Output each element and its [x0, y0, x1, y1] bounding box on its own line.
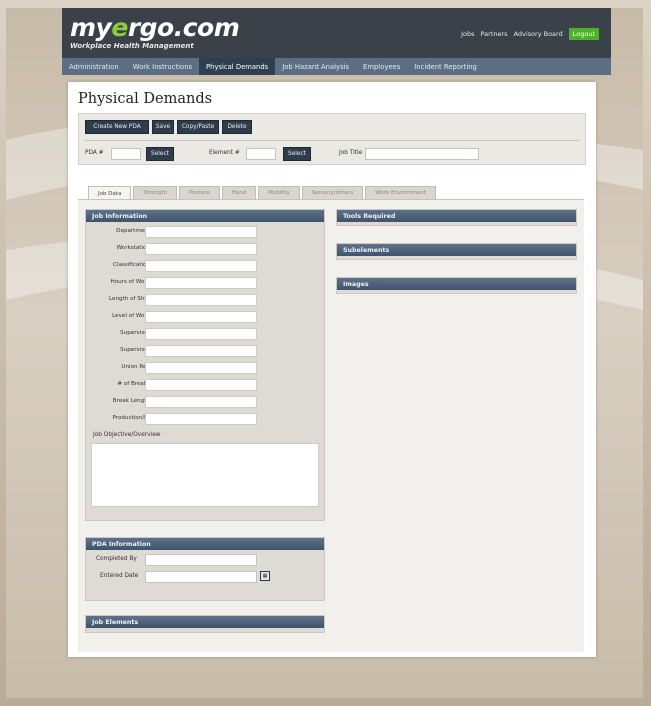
site-logo[interactable]: myergo.com: [70, 15, 240, 41]
calendar-icon[interactable]: ▦: [260, 571, 270, 581]
job-elements-section: Job Elements: [85, 615, 325, 633]
entered-date-label: Entered Date: [100, 573, 139, 579]
pda-select-button[interactable]: Select: [146, 147, 174, 161]
job-title-label: Job Title: [339, 150, 363, 156]
tools-required-header[interactable]: Tools Required: [337, 210, 576, 222]
link-advisory-board[interactable]: Advisory Board: [514, 30, 563, 38]
supervisor-2-field[interactable]: [145, 345, 257, 357]
top-links: Jobs Partners Advisory Board Logout: [461, 28, 599, 40]
nav-tab-employees[interactable]: Employees: [356, 58, 407, 75]
tab-posture[interactable]: Posture: [179, 186, 220, 199]
entered-date-field[interactable]: [145, 571, 257, 583]
pda-number-input[interactable]: [111, 148, 141, 160]
length-of-shift-field[interactable]: [145, 294, 257, 306]
job-elements-header[interactable]: Job Elements: [86, 616, 324, 628]
nav-tab-job-hazard-analysis[interactable]: Job Hazard Analysis: [275, 58, 356, 75]
element-number-input[interactable]: [246, 148, 276, 160]
supervisor-field[interactable]: [145, 328, 257, 340]
link-partners[interactable]: Partners: [481, 30, 508, 38]
level-of-work-field[interactable]: [145, 311, 257, 323]
copy-paste-button[interactable]: Copy/Paste: [177, 120, 219, 134]
nav-tab-incident-reporting[interactable]: Incident Reporting: [407, 58, 484, 75]
page-title: Physical Demands: [78, 91, 213, 107]
job-title-input[interactable]: [365, 148, 479, 160]
number-of-breaks-field[interactable]: [145, 379, 257, 391]
department-field[interactable]: [145, 226, 257, 238]
pda-information-section: PDA Information Completed By Entered Dat…: [85, 537, 325, 601]
pda-information-header: PDA Information: [86, 538, 324, 550]
element-select-button[interactable]: Select: [283, 147, 311, 161]
link-jobs[interactable]: Jobs: [461, 30, 474, 38]
tools-required-section: Tools Required: [336, 209, 577, 226]
logout-button[interactable]: Logout: [568, 28, 599, 40]
create-new-pda-button[interactable]: Create New PDA: [85, 120, 149, 134]
subelements-header[interactable]: Subelements: [337, 244, 576, 256]
images-header[interactable]: Images: [337, 278, 576, 290]
tab-hand[interactable]: Hand: [221, 186, 257, 199]
nav-tab-work-instructions[interactable]: Work Instructions: [126, 58, 199, 75]
pda-toolbar: Create New PDA Save Copy/Paste Delete PD…: [78, 113, 586, 165]
tab-work-environment[interactable]: Work Environment: [365, 186, 437, 199]
job-information-section: Job Information Department Workstation C…: [85, 209, 325, 521]
job-information-header: Job Information: [86, 210, 324, 222]
workstation-field[interactable]: [145, 243, 257, 255]
site-tagline: Workplace Health Management: [70, 42, 194, 50]
element-number-label: Element #: [209, 150, 240, 156]
pda-tabs: Job Data Strength Posture Hand Mobility …: [88, 186, 438, 200]
toolbar-divider: [85, 140, 579, 141]
nav-tab-physical-demands[interactable]: Physical Demands: [199, 58, 276, 75]
production-per-hour-field[interactable]: [145, 413, 257, 425]
content-page: Physical Demands Create New PDA Save Cop…: [68, 82, 596, 657]
images-section: Images: [336, 277, 577, 294]
union-rep-field[interactable]: [145, 362, 257, 374]
tab-mobility[interactable]: Mobility: [258, 186, 300, 199]
job-data-panel: Job Information Department Workstation C…: [78, 199, 584, 652]
tab-strength[interactable]: Strength: [133, 186, 178, 199]
classification-field[interactable]: [145, 260, 257, 272]
hours-of-work-field[interactable]: [145, 277, 257, 289]
length-of-shift-label: Length of Shift: [109, 296, 150, 302]
subelements-section: Subelements: [336, 243, 577, 260]
job-objective-textarea[interactable]: [91, 443, 319, 507]
tab-sensory-others[interactable]: Sensory/others: [301, 186, 364, 199]
job-objective-label: Job Objective/Overview: [93, 432, 161, 438]
pda-number-label: PDA #: [85, 150, 104, 156]
completed-by-field[interactable]: [145, 554, 257, 566]
site-header: myergo.com Workplace Health Management J…: [62, 8, 611, 60]
tab-job-data[interactable]: Job Data: [88, 186, 132, 200]
delete-button[interactable]: Delete: [222, 120, 252, 134]
completed-by-label: Completed By: [96, 556, 137, 562]
main-nav: Administration Work Instructions Physica…: [62, 58, 611, 75]
break-length-field[interactable]: [145, 396, 257, 408]
save-button[interactable]: Save: [152, 120, 174, 134]
nav-tab-administration[interactable]: Administration: [62, 58, 126, 75]
